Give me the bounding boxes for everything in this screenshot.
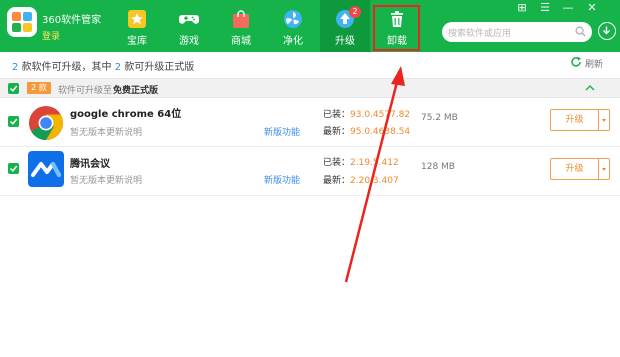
app-name: google chrome 64位	[70, 109, 182, 120]
nav-label: 商城	[231, 36, 251, 47]
upgrade-button[interactable]: 升级	[550, 109, 599, 131]
nav-label: 宝库	[127, 36, 147, 47]
latest-label: 最新：	[323, 176, 351, 186]
nav-games[interactable]: 游戏	[164, 0, 214, 52]
upgrade-options-dropdown[interactable]	[598, 109, 610, 131]
upgrade-button[interactable]: 升级	[550, 158, 599, 180]
gamepad-icon	[179, 15, 199, 24]
download-icon	[603, 26, 610, 35]
nav-label: 游戏	[179, 36, 199, 47]
search-input[interactable]: 搜索软件或应用	[442, 22, 592, 42]
nav-treasury[interactable]: 宝库	[112, 0, 162, 52]
refresh-label: 刷新	[585, 60, 604, 70]
menu-icon[interactable]: ☰	[537, 1, 553, 15]
refresh-icon	[571, 56, 581, 67]
star-icon	[128, 10, 146, 28]
nav-label: 升级	[335, 36, 355, 47]
software-manager-window: 360软件管家 登录 宝库 游戏 商城 净化 2 升级 卸载 ⊞ ☰ — ✕ 搜…	[0, 0, 620, 357]
installed-version-value: 2.19.5.412	[350, 158, 399, 168]
check-icon	[9, 85, 18, 92]
upgrade-summary: 2 款软件可升级，其中 2 款可升级正式版	[12, 58, 194, 73]
new-features-link[interactable]: 新版功能	[264, 173, 300, 186]
latest-version-value: 95.0.4638.54	[350, 127, 411, 137]
annotation-highlight-box	[373, 5, 420, 51]
nav-store[interactable]: 商城	[216, 0, 266, 52]
tencent-meeting-icon	[28, 151, 64, 187]
installed-version: 已装：93.0.4577.82	[323, 107, 410, 120]
row-checkbox[interactable]	[8, 116, 19, 127]
list-item: google chrome 64位 暂无版本更新说明 新版功能 已装：93.0.…	[0, 98, 620, 146]
minimize-icon[interactable]: —	[560, 1, 576, 15]
upgrade-group-bar: 2 款 软件可升级至 免费正式版	[0, 78, 620, 98]
login-link[interactable]: 登录	[42, 29, 60, 42]
file-size: 75.2 MB	[421, 113, 458, 123]
latest-version: 最新：2.20.3.407	[323, 173, 399, 186]
check-icon	[9, 118, 18, 125]
close-icon[interactable]: ✕	[584, 1, 600, 15]
installed-version-value: 93.0.4577.82	[350, 110, 411, 120]
check-icon	[9, 165, 18, 172]
installed-label: 已装：	[323, 110, 351, 120]
installed-label: 已装：	[323, 158, 351, 168]
list-item: 腾讯会议 暂无版本更新说明 新版功能 已装：2.19.5.412 最新：2.20…	[0, 147, 620, 195]
app-description: 暂无版本更新说明	[70, 128, 143, 138]
group-count-badge: 2 款	[27, 82, 51, 94]
official-count: 2	[114, 62, 122, 73]
chrome-icon	[29, 106, 63, 140]
chevron-down-icon	[602, 168, 606, 171]
summary-text-2: 款可升级正式版	[124, 62, 195, 73]
latest-version-value: 2.20.3.407	[350, 176, 399, 186]
file-size: 128 MB	[421, 162, 455, 172]
latest-version: 最新：95.0.4638.54	[323, 124, 410, 137]
chevron-up-icon[interactable]	[584, 83, 596, 93]
app-name: 腾讯会议	[70, 159, 110, 170]
app-logo-icon	[7, 7, 37, 37]
fan-icon	[284, 10, 302, 28]
search-icon[interactable]	[575, 26, 586, 37]
row-checkbox[interactable]	[8, 163, 19, 174]
search-placeholder: 搜索软件或应用	[448, 29, 512, 39]
upgrade-count-badge: 2	[349, 6, 361, 18]
available-count: 2	[12, 62, 19, 73]
latest-label: 最新：	[323, 127, 351, 137]
new-features-link[interactable]: 新版功能	[264, 125, 300, 138]
group-label-bold: 免费正式版	[113, 86, 159, 96]
app-title: 360软件管家	[42, 15, 102, 26]
nav-purify[interactable]: 净化	[268, 0, 318, 52]
select-all-checkbox[interactable]	[8, 83, 19, 94]
summary-text-1: 款软件可升级，其中	[21, 62, 112, 73]
skin-icon[interactable]: ⊞	[514, 1, 530, 15]
nav-label: 净化	[283, 36, 303, 47]
nav-upgrade[interactable]: 2 升级	[320, 0, 370, 52]
app-description: 暂无版本更新说明	[70, 176, 143, 186]
download-manager-button[interactable]	[598, 22, 616, 40]
installed-version: 已装：2.19.5.412	[323, 155, 399, 168]
group-label: 软件可升级至	[58, 86, 113, 96]
upgrade-options-dropdown[interactable]	[598, 158, 610, 180]
shopping-bag-icon	[233, 10, 249, 28]
chevron-down-icon	[602, 119, 606, 122]
header-bar: 360软件管家 登录 宝库 游戏 商城 净化 2 升级 卸载 ⊞ ☰ — ✕ 搜…	[0, 0, 620, 52]
row-divider	[0, 195, 620, 196]
